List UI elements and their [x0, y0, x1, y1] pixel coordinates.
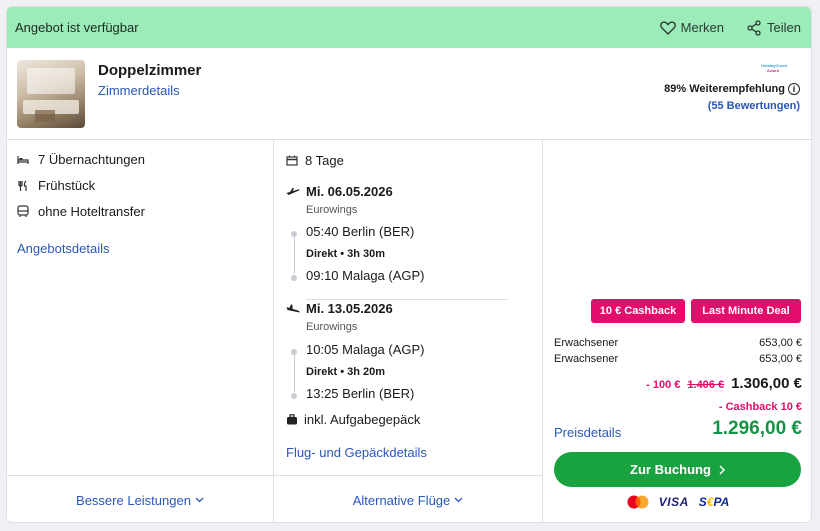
board-feature: Frühstück — [17, 178, 95, 193]
visa-logo: VISA — [658, 495, 689, 509]
rating-award-logo: HolidayCheck Award — [761, 63, 788, 73]
cutlery-icon — [18, 180, 27, 191]
plane-landing-icon — [286, 304, 300, 312]
availability-banner: Angebot ist verfügbar Merken Teilen — [7, 7, 811, 48]
total-price: 1.296,00 € — [712, 418, 802, 439]
cashback-badge: 10 € Cashback — [591, 299, 685, 323]
recommendation-text: 89% Weiterempfehlung — [664, 83, 785, 95]
share-button[interactable]: Teilen — [746, 19, 801, 36]
baggage-text: inkl. Aufgabegepäck — [304, 412, 421, 427]
flights-column: 8 Tage Mi. 06.05.2026 Eurowings 05:40 Be… — [274, 140, 543, 522]
discount-amount: - 100 € — [646, 379, 681, 391]
passenger-label: Erwachsener — [554, 353, 619, 365]
price-details-link[interactable]: Preisdetails — [554, 425, 621, 440]
trip-duration-text: 8 Tage — [305, 153, 344, 168]
reviews-link[interactable]: (55 Bewertungen) — [708, 100, 800, 112]
nights-feature: 7 Übernachtungen — [17, 152, 145, 167]
room-thumbnail[interactable] — [17, 60, 85, 128]
save-button[interactable]: Merken — [659, 20, 725, 35]
chevron-down-icon — [195, 497, 204, 503]
outbound-arrival: 09:10 Malaga (AGP) — [306, 268, 425, 283]
inbound-arrival: 13:25 Berlin (BER) — [306, 386, 415, 401]
board-text: Frühstück — [38, 178, 96, 193]
bus-icon — [17, 205, 29, 217]
features-column: 7 Übernachtungen Frühstück ohne Hoteltra… — [7, 140, 274, 522]
last-minute-badge: Last Minute Deal — [691, 299, 801, 323]
pricing-column: 10 € Cashback Last Minute Deal Erwachsen… — [543, 140, 811, 522]
offer-details-link[interactable]: Angebotsdetails — [17, 241, 110, 256]
outbound-date: Mi. 06.05.2026 — [306, 184, 393, 199]
cashback-deduction: - Cashback 10 € — [718, 401, 802, 413]
plane-takeoff-icon — [286, 187, 300, 195]
heart-icon — [659, 20, 676, 35]
availability-text: Angebot ist verfügbar — [15, 20, 139, 35]
book-button-label: Zur Buchung — [630, 462, 711, 477]
save-label: Merken — [680, 20, 725, 35]
flight-baggage-details-link[interactable]: Flug- und Gepäckdetails — [286, 445, 427, 460]
room-section: Doppelzimmer Zimmerdetails HolidayCheck A… — [7, 48, 811, 140]
outbound-departure: 05:40 Berlin (BER) — [306, 224, 415, 239]
share-label: Teilen — [767, 20, 801, 35]
chevron-down-icon — [454, 497, 463, 503]
sepa-logo: S€PA — [698, 495, 730, 509]
room-title: Doppelzimmer — [98, 62, 202, 79]
outbound-direct-info: Direkt • 3h 30m — [306, 248, 386, 260]
passenger-price: 653,00 € — [759, 353, 802, 365]
inbound-date: Mi. 13.05.2026 — [306, 301, 393, 316]
mastercard-icon — [627, 495, 649, 509]
passenger-row: Erwachsener 653,00 € — [554, 353, 802, 365]
better-services-button[interactable]: Bessere Leistungen — [7, 475, 273, 522]
alternative-flights-label: Alternative Flüge — [352, 492, 451, 508]
transfer-text: ohne Hoteltransfer — [38, 204, 145, 219]
offer-card: Angebot ist verfügbar Merken Teilen Dopp… — [6, 6, 812, 523]
passenger-label: Erwachsener — [554, 337, 619, 349]
old-price: 1.406 € — [687, 379, 725, 391]
price-summary: - 100 € 1.406 € 1.306,00 € — [646, 375, 802, 392]
transfer-feature: ohne Hoteltransfer — [17, 204, 145, 219]
inbound-flight-header: Mi. 13.05.2026 — [286, 301, 393, 316]
passenger-price: 653,00 € — [759, 337, 802, 349]
banner-actions: Merken Teilen — [659, 19, 801, 36]
payment-methods: VISA S€PA — [543, 495, 811, 509]
room-details-link[interactable]: Zimmerdetails — [98, 83, 180, 98]
inbound-direct-info: Direkt • 3h 20m — [306, 366, 386, 378]
alternative-flights-button[interactable]: Alternative Flüge — [274, 475, 542, 522]
trip-duration: 8 Tage — [286, 153, 344, 168]
chevron-right-icon — [719, 464, 725, 475]
inbound-airline: Eurowings — [306, 321, 358, 333]
book-button[interactable]: Zur Buchung — [554, 452, 801, 487]
bed-icon — [17, 155, 29, 164]
luggage-icon — [287, 414, 297, 425]
share-icon — [747, 19, 761, 36]
better-services-label: Bessere Leistungen — [76, 492, 191, 508]
outbound-airline: Eurowings — [306, 204, 358, 216]
info-icon[interactable]: i — [788, 83, 800, 95]
passenger-row: Erwachsener 653,00 € — [554, 337, 802, 349]
inbound-departure: 10:05 Malaga (AGP) — [306, 342, 425, 357]
baggage-info: inkl. Aufgabegepäck — [286, 412, 420, 427]
outbound-flight-header: Mi. 06.05.2026 — [286, 184, 393, 199]
recommendation-rate: 89% Weiterempfehlung i — [664, 83, 800, 95]
subtotal-price: 1.306,00 € — [731, 375, 802, 392]
calendar-icon — [286, 155, 298, 166]
nights-text: 7 Übernachtungen — [38, 152, 145, 167]
